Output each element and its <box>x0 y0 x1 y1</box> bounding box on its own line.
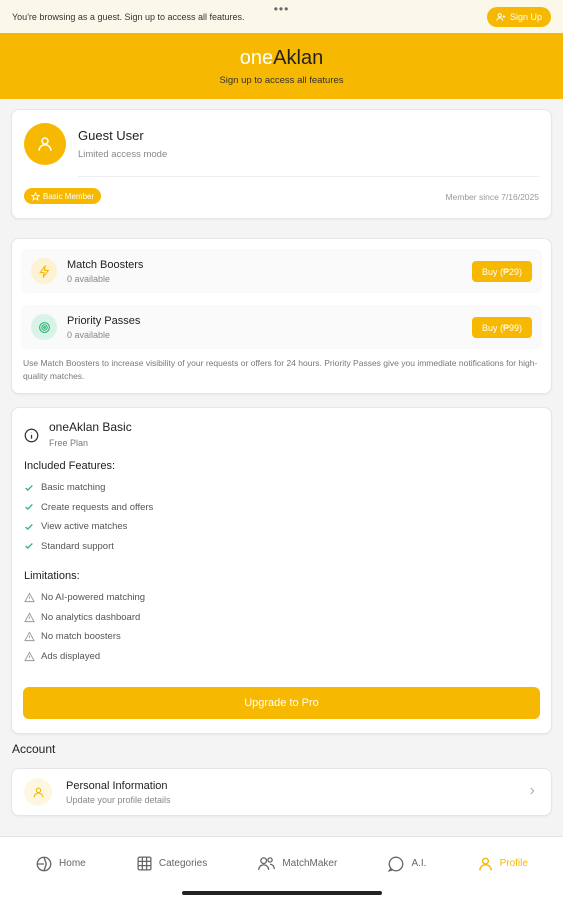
feature-item: Standard support <box>12 537 551 557</box>
grid-icon <box>137 856 152 871</box>
plan-card: oneAklan Basic Free Plan Included Featur… <box>11 407 552 734</box>
guest-banner: You're browsing as a guest. Sign up to a… <box>0 0 563 33</box>
limitation-item: No analytics dashboard <box>12 608 551 628</box>
home-indicator <box>181 891 382 895</box>
sign-up-button[interactable]: Sign Up <box>486 6 551 27</box>
profile-mode: Limited access mode <box>78 149 168 160</box>
warning-icon <box>24 592 41 603</box>
avatar <box>24 123 66 165</box>
booster-available: 0 available <box>67 273 111 284</box>
user-icon <box>24 778 52 806</box>
feature-item: Create requests and offers <box>12 498 551 518</box>
member-since: Member since 7/16/2025 <box>445 192 539 202</box>
home-icon <box>36 856 52 871</box>
personal-info-subtitle: Update your profile details <box>66 794 171 805</box>
booster-title: Match Boosters <box>67 258 144 271</box>
info-icon <box>24 428 39 443</box>
personal-information-item[interactable]: Personal Information Update your profile… <box>11 768 552 816</box>
feature-item: Basic matching <box>12 478 551 498</box>
lightning-icon <box>31 258 57 284</box>
limitations-heading: Limitations: <box>24 570 80 582</box>
membership-badge: Basic Member <box>24 188 102 204</box>
nav-categories[interactable]: Categories <box>136 855 207 872</box>
warning-icon <box>24 631 41 642</box>
limitation-item: Ads displayed <box>12 647 551 667</box>
guest-message: You're browsing as a guest. Sign up to a… <box>12 11 245 22</box>
user-icon <box>478 857 492 870</box>
sign-up-label: Sign Up <box>509 11 542 22</box>
check-icon <box>24 522 41 532</box>
brand-logo: oneAklan <box>239 47 324 69</box>
users-icon <box>258 857 276 870</box>
more-icon[interactable]: ••• <box>274 2 290 16</box>
profile-card: Guest User Limited access mode Basic Mem… <box>11 109 552 219</box>
nav-ai[interactable]: A.I. <box>387 855 426 873</box>
plan-title: oneAklan Basic <box>49 420 132 434</box>
warning-icon <box>24 651 41 662</box>
bottom-navigation: Home Categories MatchMaker A.I. Profile <box>0 836 563 900</box>
check-icon <box>24 502 41 512</box>
star-icon <box>31 191 40 201</box>
buy-match-booster-button[interactable]: Buy (₱29) <box>471 261 532 282</box>
profile-name: Guest User <box>78 128 144 143</box>
nav-matchmaker[interactable]: MatchMaker <box>257 855 337 872</box>
priority-passes-row: Priority Passes 0 available Buy (₱99) <box>21 305 542 349</box>
header-subtitle: Sign up to access all features <box>219 75 344 86</box>
plan-subtitle: Free Plan <box>49 438 89 448</box>
feature-item: View active matches <box>12 517 551 537</box>
user-icon <box>38 137 52 151</box>
upgrade-to-pro-button[interactable]: Upgrade to Pro <box>23 687 540 719</box>
check-icon <box>24 541 41 551</box>
user-plus-icon <box>496 12 506 21</box>
limitation-item: No AI-powered matching <box>12 588 551 608</box>
match-boosters-row: Match Boosters 0 available Buy (₱29) <box>21 249 542 293</box>
nav-home[interactable]: Home <box>35 855 86 873</box>
buy-priority-pass-button[interactable]: Buy (₱99) <box>471 317 532 338</box>
chevron-right-icon <box>530 787 535 795</box>
pass-title: Priority Passes <box>67 314 141 327</box>
app-header: oneAklan Sign up to access all features <box>0 33 563 99</box>
boosters-card: Match Boosters 0 available Buy (₱29) Pri… <box>11 238 552 394</box>
boosters-note: Use Match Boosters to increase visibilit… <box>23 358 538 381</box>
nav-profile[interactable]: Profile <box>477 855 528 873</box>
warning-icon <box>24 612 41 623</box>
pass-available: 0 available <box>67 329 111 340</box>
target-icon <box>31 314 57 340</box>
account-heading: Account <box>12 742 56 756</box>
divider <box>78 176 539 177</box>
personal-info-title: Personal Information <box>66 779 168 792</box>
limitation-item: No match boosters <box>12 627 551 647</box>
chat-icon <box>388 856 404 872</box>
check-icon <box>24 483 41 493</box>
included-heading: Included Features: <box>24 460 116 472</box>
